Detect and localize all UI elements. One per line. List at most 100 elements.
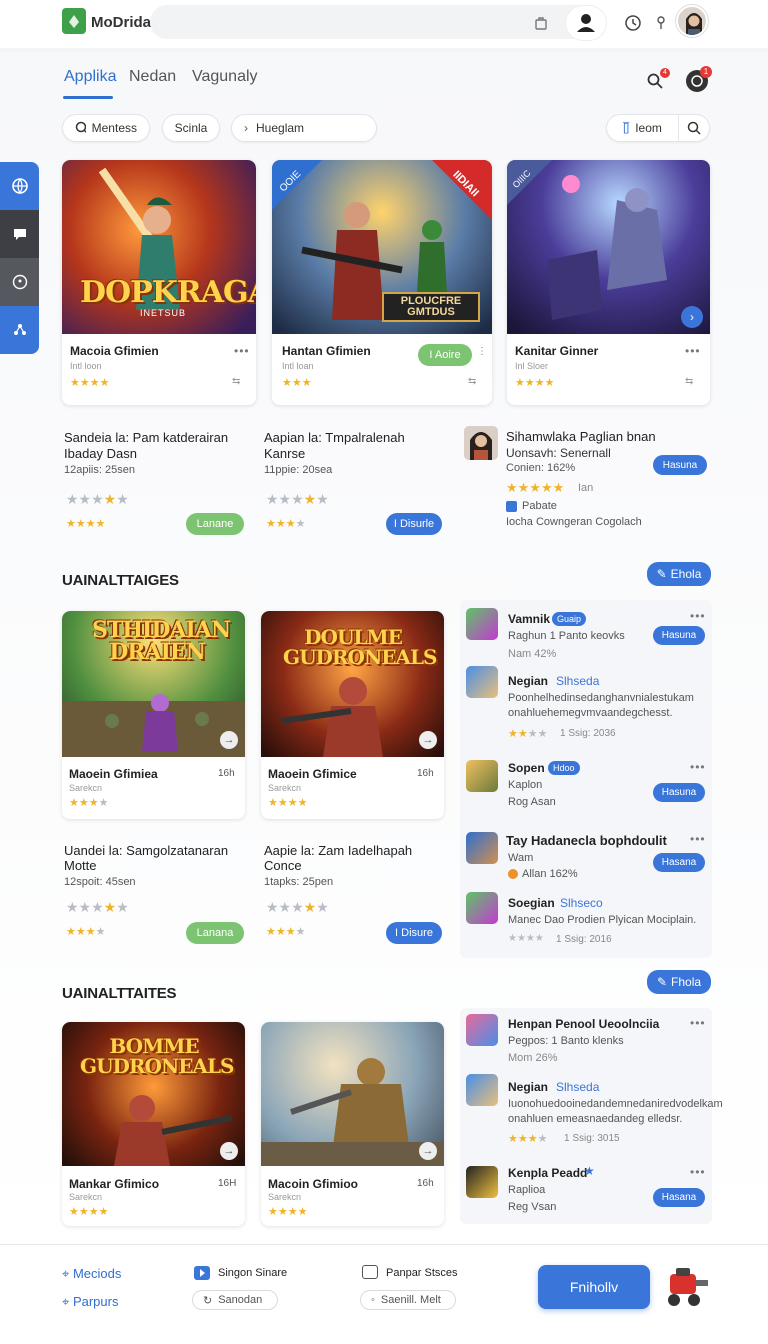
app-logo-icon[interactable]	[62, 8, 86, 34]
footer-pill[interactable]: ↻ Sanodan	[192, 1290, 278, 1310]
clock-icon[interactable]	[622, 12, 644, 34]
game-card[interactable]: BOMME GUDRONEALS → Mankar Gfimico 16H Sa…	[62, 1022, 245, 1226]
install-button[interactable]: Hasana	[653, 1188, 705, 1207]
section-action-button[interactable]: ✎ Ehola	[647, 562, 711, 586]
settings-small-icon[interactable]	[654, 13, 668, 33]
tab-applika[interactable]: Applika	[64, 68, 116, 86]
promo-title: Aapie la: Zam Iadelhapah	[264, 843, 413, 858]
game-card[interactable]: STHIDAIAN DRAIEN → Maoein Gfimiea 16h Sa…	[62, 611, 245, 819]
more-options-icon[interactable]: •••	[690, 1016, 706, 1030]
game-title: Maoein Gfimice	[268, 767, 357, 781]
arrow-right-icon[interactable]: →	[419, 1142, 437, 1160]
promo-button[interactable]: Lanane	[186, 513, 244, 535]
more-options-icon[interactable]: •••	[685, 344, 701, 358]
alert-badge: 1	[700, 66, 712, 78]
user-avatar[interactable]	[676, 5, 708, 37]
game-logo-text: DOPKRAGAI	[80, 275, 256, 310]
primary-cta-button[interactable]: Fnihollv	[538, 1265, 650, 1309]
sidebar-item-chat[interactable]	[0, 210, 39, 258]
checkbox-icon[interactable]	[506, 501, 517, 512]
bracket-icon: [̅]	[623, 122, 630, 134]
game-title: Macoia Gfimien	[70, 344, 159, 358]
profile-button[interactable]	[566, 6, 606, 40]
bag-icon[interactable]	[530, 12, 552, 34]
app-tag: Slhseda	[556, 674, 600, 688]
filter-chip-scinla[interactable]: Scinla	[162, 114, 220, 142]
featured-card-1[interactable]: DOPKRAGAI INETSUB Macoia Gfimien Intl lo…	[62, 160, 256, 405]
promo-subtitle: Uonsavh: Senernall	[506, 446, 611, 460]
pencil-icon: ✎	[656, 975, 668, 989]
game-artwork: STHIDAIAN DRAIEN →	[62, 611, 245, 757]
app-name: Tay Hadanecla bophdoulit	[506, 833, 667, 848]
chevron-right-icon: ›	[244, 121, 248, 135]
game-logo-subtitle: INETSUB	[140, 308, 187, 318]
app-name: Sopen	[508, 761, 545, 775]
sidebar-item-location[interactable]	[0, 258, 39, 306]
promo-button[interactable]: I Disure	[386, 922, 442, 944]
game-subtitle: Intl loan	[282, 361, 314, 371]
game-card[interactable]: DOULME GUDRONEALS → Maoein Gfimice 16h S…	[261, 611, 444, 819]
more-options-icon[interactable]: •••	[690, 1165, 706, 1179]
rating-row: ★★★★★	[66, 899, 129, 915]
promo-meta: 12spoit: 45sen	[64, 876, 136, 888]
more-icon[interactable]: ⋮	[477, 346, 487, 357]
rating-row-small: ★★★★	[266, 518, 306, 530]
footer-link-parpurs[interactable]: ⌖ Parpurs	[62, 1294, 118, 1310]
promo-subtitle: Motte	[64, 858, 97, 873]
install-button[interactable]: Hasuna	[653, 783, 705, 802]
install-button[interactable]: I Aoire	[418, 344, 472, 366]
promo-note: Iocha Cowngeran Cogolach	[506, 516, 642, 528]
share-icon[interactable]: ⇆	[468, 376, 476, 387]
install-button[interactable]: Hasana	[653, 853, 705, 872]
search-icon[interactable]	[679, 121, 709, 135]
app-meta: Rog Asan	[508, 796, 556, 808]
rating-row-small: ★★★★	[266, 926, 306, 938]
filter-search-placeholder: Hueglam	[256, 121, 305, 135]
game-rating: ★★★★	[268, 797, 308, 809]
chevron-right-icon[interactable]: ›	[681, 306, 703, 328]
game-title: Mankar Gfimico	[69, 1177, 160, 1191]
promo-button[interactable]: Lanana	[186, 922, 244, 944]
app-meta: 1 Ssig: 2036	[560, 728, 616, 739]
game-card[interactable]: → Macoin Gfimioo 16h Sarekcn ★★★★	[261, 1022, 444, 1226]
filter-search-input[interactable]: › Hueglam	[231, 114, 377, 142]
footer-pill-label: Sanodan	[218, 1294, 263, 1306]
app-desc: Poonhelhedinsedanghanvnialestukam	[508, 692, 694, 704]
install-button[interactable]: Hasuna	[653, 626, 705, 645]
age-tag: 16h	[218, 768, 235, 779]
app-rating: ★★★★	[508, 1133, 548, 1145]
game-subtitle: Sarekcn	[268, 1192, 302, 1202]
tab-nedan[interactable]: Nedan	[129, 68, 176, 86]
game-logo-text: STHIDAIAN DRAIEN	[92, 617, 231, 665]
footer-link-meciods[interactable]: ⌖ Meciods	[62, 1266, 121, 1282]
more-options-icon[interactable]: •••	[690, 760, 706, 774]
app-desc: Manec Dao Prodien Plyican Mociplain.	[508, 914, 697, 926]
room-selector[interactable]: [̅] Ieom	[606, 114, 710, 142]
footer-item-label[interactable]: Panpar Stsces	[386, 1267, 458, 1279]
featured-card-3[interactable]: OIIIC › Kanitar Ginner Inl Sloer ★★★★ ••…	[507, 160, 710, 405]
share-icon[interactable]: ⇆	[232, 376, 240, 387]
arrow-right-icon[interactable]: →	[419, 731, 437, 749]
arrow-right-icon[interactable]: →	[220, 731, 238, 749]
refresh-icon: ↻	[203, 1294, 213, 1307]
promo-title: Aapian la: Tmpalralenah	[264, 430, 405, 445]
section-action-button[interactable]: ✎ Fhola	[647, 970, 711, 994]
featured-card-2[interactable]: OOIE IIDIAII PLOUCFRE GMTDUS Hantan Gfim…	[272, 160, 492, 405]
arrow-right-icon[interactable]: →	[220, 1142, 238, 1160]
sidebar-item-explore[interactable]	[0, 162, 39, 210]
footer-item-label[interactable]: Singon Sinare	[218, 1267, 287, 1279]
footer-pill[interactable]: ◦ Saenill. Melt	[360, 1290, 456, 1310]
tab-vagunaly[interactable]: Vagunaly	[192, 68, 258, 86]
promo-button[interactable]: Hasuna	[653, 455, 707, 475]
promo-title: Sandeia la: Pam katderairan	[64, 430, 229, 445]
share-icon[interactable]: ⇆	[685, 376, 693, 387]
more-options-icon[interactable]: •••	[234, 344, 250, 358]
app-desc: Raghun 1 Panto keovks	[508, 630, 625, 642]
promo-button[interactable]: I Disurle	[386, 513, 442, 535]
filter-chip-mentess[interactable]: Mentess	[62, 114, 150, 142]
more-options-icon[interactable]: •••	[690, 832, 706, 846]
rating-row: ★★★★★	[506, 480, 565, 495]
sidebar-item-network[interactable]	[0, 306, 39, 354]
network-icon	[13, 324, 26, 335]
more-options-icon[interactable]: •••	[690, 609, 706, 623]
